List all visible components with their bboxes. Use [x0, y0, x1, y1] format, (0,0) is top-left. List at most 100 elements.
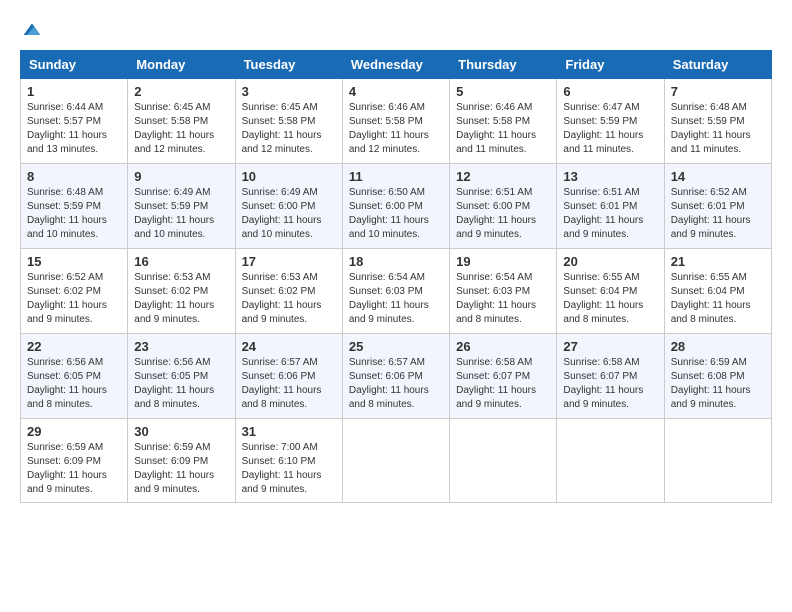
day-info: Sunrise: 6:47 AM Sunset: 5:59 PM Dayligh…	[563, 101, 657, 157]
calendar-cell: 15 Sunrise: 6:52 AM Sunset: 6:02 PM Dayl…	[21, 249, 128, 334]
calendar-table: SundayMondayTuesdayWednesdayThursdayFrid…	[20, 50, 772, 503]
day-number: 16	[134, 254, 228, 269]
calendar-cell: 1 Sunrise: 6:44 AM Sunset: 5:57 PM Dayli…	[21, 79, 128, 164]
day-info: Sunrise: 6:54 AM Sunset: 6:03 PM Dayligh…	[349, 271, 443, 327]
weekday-header: Thursday	[450, 51, 557, 79]
calendar-cell: 5 Sunrise: 6:46 AM Sunset: 5:58 PM Dayli…	[450, 79, 557, 164]
day-number: 25	[349, 339, 443, 354]
calendar-cell: 7 Sunrise: 6:48 AM Sunset: 5:59 PM Dayli…	[664, 79, 771, 164]
day-number: 28	[671, 339, 765, 354]
day-number: 15	[27, 254, 121, 269]
calendar-cell	[342, 419, 449, 503]
day-info: Sunrise: 6:46 AM Sunset: 5:58 PM Dayligh…	[456, 101, 550, 157]
day-number: 14	[671, 169, 765, 184]
day-number: 10	[242, 169, 336, 184]
day-info: Sunrise: 6:49 AM Sunset: 6:00 PM Dayligh…	[242, 186, 336, 242]
day-number: 24	[242, 339, 336, 354]
weekday-header: Friday	[557, 51, 664, 79]
day-info: Sunrise: 6:59 AM Sunset: 6:09 PM Dayligh…	[27, 441, 121, 497]
day-info: Sunrise: 6:44 AM Sunset: 5:57 PM Dayligh…	[27, 101, 121, 157]
day-number: 29	[27, 424, 121, 439]
calendar-cell: 19 Sunrise: 6:54 AM Sunset: 6:03 PM Dayl…	[450, 249, 557, 334]
calendar-cell: 30 Sunrise: 6:59 AM Sunset: 6:09 PM Dayl…	[128, 419, 235, 503]
day-number: 2	[134, 84, 228, 99]
calendar-header-row: SundayMondayTuesdayWednesdayThursdayFrid…	[21, 51, 772, 79]
day-info: Sunrise: 6:51 AM Sunset: 6:00 PM Dayligh…	[456, 186, 550, 242]
calendar-cell: 12 Sunrise: 6:51 AM Sunset: 6:00 PM Dayl…	[450, 164, 557, 249]
calendar-cell: 11 Sunrise: 6:50 AM Sunset: 6:00 PM Dayl…	[342, 164, 449, 249]
day-number: 12	[456, 169, 550, 184]
calendar-cell: 8 Sunrise: 6:48 AM Sunset: 5:59 PM Dayli…	[21, 164, 128, 249]
weekday-header: Wednesday	[342, 51, 449, 79]
logo	[20, 20, 42, 40]
day-info: Sunrise: 6:48 AM Sunset: 5:59 PM Dayligh…	[27, 186, 121, 242]
day-number: 20	[563, 254, 657, 269]
day-number: 31	[242, 424, 336, 439]
day-info: Sunrise: 6:48 AM Sunset: 5:59 PM Dayligh…	[671, 101, 765, 157]
day-number: 9	[134, 169, 228, 184]
day-info: Sunrise: 7:00 AM Sunset: 6:10 PM Dayligh…	[242, 441, 336, 497]
weekday-header: Sunday	[21, 51, 128, 79]
calendar-cell: 13 Sunrise: 6:51 AM Sunset: 6:01 PM Dayl…	[557, 164, 664, 249]
day-info: Sunrise: 6:54 AM Sunset: 6:03 PM Dayligh…	[456, 271, 550, 327]
day-number: 27	[563, 339, 657, 354]
day-number: 4	[349, 84, 443, 99]
calendar-cell: 9 Sunrise: 6:49 AM Sunset: 5:59 PM Dayli…	[128, 164, 235, 249]
day-info: Sunrise: 6:45 AM Sunset: 5:58 PM Dayligh…	[134, 101, 228, 157]
day-info: Sunrise: 6:55 AM Sunset: 6:04 PM Dayligh…	[563, 271, 657, 327]
calendar-cell: 22 Sunrise: 6:56 AM Sunset: 6:05 PM Dayl…	[21, 334, 128, 419]
calendar-cell: 14 Sunrise: 6:52 AM Sunset: 6:01 PM Dayl…	[664, 164, 771, 249]
page-header	[20, 20, 772, 40]
calendar-cell: 18 Sunrise: 6:54 AM Sunset: 6:03 PM Dayl…	[342, 249, 449, 334]
calendar-cell: 23 Sunrise: 6:56 AM Sunset: 6:05 PM Dayl…	[128, 334, 235, 419]
day-number: 5	[456, 84, 550, 99]
day-info: Sunrise: 6:45 AM Sunset: 5:58 PM Dayligh…	[242, 101, 336, 157]
day-info: Sunrise: 6:52 AM Sunset: 6:02 PM Dayligh…	[27, 271, 121, 327]
day-info: Sunrise: 6:55 AM Sunset: 6:04 PM Dayligh…	[671, 271, 765, 327]
day-number: 19	[456, 254, 550, 269]
day-number: 30	[134, 424, 228, 439]
day-number: 17	[242, 254, 336, 269]
day-number: 11	[349, 169, 443, 184]
calendar-cell: 3 Sunrise: 6:45 AM Sunset: 5:58 PM Dayli…	[235, 79, 342, 164]
day-info: Sunrise: 6:53 AM Sunset: 6:02 PM Dayligh…	[134, 271, 228, 327]
day-info: Sunrise: 6:59 AM Sunset: 6:09 PM Dayligh…	[134, 441, 228, 497]
weekday-header: Tuesday	[235, 51, 342, 79]
calendar-cell: 4 Sunrise: 6:46 AM Sunset: 5:58 PM Dayli…	[342, 79, 449, 164]
day-info: Sunrise: 6:57 AM Sunset: 6:06 PM Dayligh…	[349, 356, 443, 412]
day-number: 22	[27, 339, 121, 354]
calendar-cell: 16 Sunrise: 6:53 AM Sunset: 6:02 PM Dayl…	[128, 249, 235, 334]
day-number: 23	[134, 339, 228, 354]
day-info: Sunrise: 6:50 AM Sunset: 6:00 PM Dayligh…	[349, 186, 443, 242]
day-number: 8	[27, 169, 121, 184]
day-info: Sunrise: 6:56 AM Sunset: 6:05 PM Dayligh…	[27, 356, 121, 412]
calendar-cell: 27 Sunrise: 6:58 AM Sunset: 6:07 PM Dayl…	[557, 334, 664, 419]
day-number: 6	[563, 84, 657, 99]
calendar-cell: 21 Sunrise: 6:55 AM Sunset: 6:04 PM Dayl…	[664, 249, 771, 334]
calendar-cell	[450, 419, 557, 503]
calendar-cell: 2 Sunrise: 6:45 AM Sunset: 5:58 PM Dayli…	[128, 79, 235, 164]
day-number: 18	[349, 254, 443, 269]
day-info: Sunrise: 6:46 AM Sunset: 5:58 PM Dayligh…	[349, 101, 443, 157]
day-info: Sunrise: 6:58 AM Sunset: 6:07 PM Dayligh…	[563, 356, 657, 412]
logo-icon	[22, 20, 42, 40]
calendar-cell: 29 Sunrise: 6:59 AM Sunset: 6:09 PM Dayl…	[21, 419, 128, 503]
calendar-cell: 24 Sunrise: 6:57 AM Sunset: 6:06 PM Dayl…	[235, 334, 342, 419]
weekday-header: Monday	[128, 51, 235, 79]
day-number: 26	[456, 339, 550, 354]
calendar-cell: 10 Sunrise: 6:49 AM Sunset: 6:00 PM Dayl…	[235, 164, 342, 249]
calendar-cell	[557, 419, 664, 503]
day-number: 3	[242, 84, 336, 99]
day-info: Sunrise: 6:58 AM Sunset: 6:07 PM Dayligh…	[456, 356, 550, 412]
calendar-cell: 25 Sunrise: 6:57 AM Sunset: 6:06 PM Dayl…	[342, 334, 449, 419]
day-number: 1	[27, 84, 121, 99]
day-info: Sunrise: 6:59 AM Sunset: 6:08 PM Dayligh…	[671, 356, 765, 412]
day-info: Sunrise: 6:56 AM Sunset: 6:05 PM Dayligh…	[134, 356, 228, 412]
day-info: Sunrise: 6:51 AM Sunset: 6:01 PM Dayligh…	[563, 186, 657, 242]
calendar-cell: 26 Sunrise: 6:58 AM Sunset: 6:07 PM Dayl…	[450, 334, 557, 419]
calendar-cell: 6 Sunrise: 6:47 AM Sunset: 5:59 PM Dayli…	[557, 79, 664, 164]
day-info: Sunrise: 6:53 AM Sunset: 6:02 PM Dayligh…	[242, 271, 336, 327]
calendar-cell: 28 Sunrise: 6:59 AM Sunset: 6:08 PM Dayl…	[664, 334, 771, 419]
day-info: Sunrise: 6:52 AM Sunset: 6:01 PM Dayligh…	[671, 186, 765, 242]
calendar-cell: 17 Sunrise: 6:53 AM Sunset: 6:02 PM Dayl…	[235, 249, 342, 334]
